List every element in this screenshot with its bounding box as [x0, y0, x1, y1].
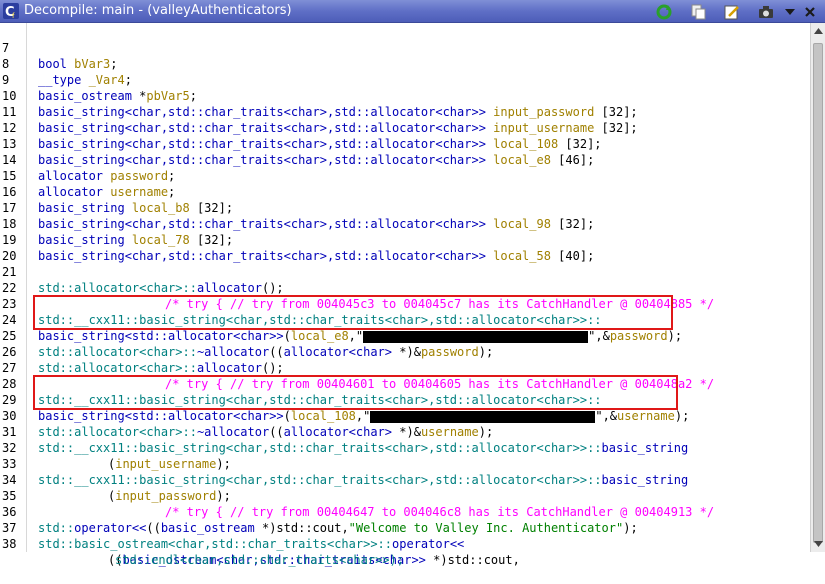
- vertical-scrollbar[interactable]: [810, 23, 825, 552]
- scroll-up-icon[interactable]: [812, 25, 825, 38]
- code-line: 33 std::__cxx11::basic_string<char,std::…: [2, 457, 689, 487]
- code-line: 15 allocator username;: [2, 169, 176, 199]
- window-title: Decompile: main - (valleyAuthenticators): [24, 3, 292, 18]
- code-line: 16 basic_string local_b8 [32];: [2, 185, 234, 215]
- code-line: 26 std::allocator<char>::allocator();: [2, 345, 284, 375]
- scroll-down-icon[interactable]: [812, 537, 825, 550]
- code-line: 20: [0, 232, 43, 263]
- redacted-password-literal: [363, 330, 589, 343]
- code-line: 35 /* try { // try from 00404647 to 0040…: [0, 472, 714, 519]
- window-titlebar: C f Decompile: main - (valleyAuthenticat…: [0, 0, 825, 23]
- refresh-icon: [656, 4, 672, 19]
- dropdown-icon: [785, 8, 795, 15]
- code-line: 19 basic_string<char,std::char_traits<ch…: [2, 233, 595, 263]
- code-line: 34 (input_password);: [2, 473, 231, 503]
- redacted-username-literal: [370, 410, 596, 423]
- copy-icon: [691, 4, 706, 19]
- code-comment: /* try { // try from 00404647 to 004046c…: [165, 505, 715, 519]
- code-line: 8 __type _Var4;: [2, 57, 132, 87]
- highlight-username-box: [33, 375, 678, 410]
- snapshot-icon: [759, 5, 773, 18]
- copy-button[interactable]: [688, 2, 708, 21]
- code-line: 28 std::__cxx11::basic_string<char,std::…: [2, 377, 602, 407]
- close-button[interactable]: [800, 2, 820, 21]
- refresh-button[interactable]: [654, 2, 674, 21]
- code-line: 11 basic_string<char,std::char_traits<ch…: [2, 105, 638, 135]
- code-line: 7 bool bVar3;: [2, 41, 118, 71]
- code-line: std::endl<char,std::char_traits<char>>);: [115, 553, 404, 567]
- code-line: 18 basic_string local_78 [32];: [2, 217, 234, 247]
- code-line: 10 basic_string<char,std::char_traits<ch…: [2, 89, 638, 119]
- code-line: 12 basic_string<char,std::char_traits<ch…: [2, 121, 602, 151]
- code-line: 22 /* try { // try from 004045c3 to 0040…: [0, 264, 714, 311]
- code-line: 31 std::__cxx11::basic_string<char,std::…: [2, 425, 689, 455]
- code-line: 14 allocator password;: [2, 153, 176, 183]
- code-line: 38 ((basic_ostream<char,std::char_traits…: [2, 537, 520, 567]
- decompiler-code-view[interactable]: 7 bool bVar3; 8 __type _Var4; 9 basic_os…: [0, 23, 825, 567]
- code-line: 27 /* try { // try from 00404601 to 0040…: [0, 344, 714, 391]
- snapshot-button[interactable]: [756, 2, 776, 21]
- code-line: 13 basic_string<char,std::char_traits<ch…: [2, 137, 595, 167]
- code-line: 17 basic_string<char,std::char_traits<ch…: [2, 201, 595, 231]
- edit-button[interactable]: [722, 2, 742, 21]
- code-line: 21 std::allocator<char>::allocator();: [2, 265, 284, 295]
- close-icon: [805, 6, 815, 17]
- code-line: 37 std::basic_ostream<char,std::char_tra…: [2, 521, 465, 551]
- ghidra-decompiler-icon: C f: [3, 3, 19, 19]
- code-line: 9 basic_ostream *pbVar5;: [2, 73, 197, 103]
- highlight-password-box: [33, 295, 673, 330]
- code-line: 36 std::operator<<((basic_ostream *)std:…: [2, 505, 638, 535]
- scrollbar-thumb[interactable]: [813, 43, 823, 543]
- code-line: 23 std::__cxx11::basic_string<char,std::…: [2, 297, 602, 327]
- code-line: 32 (input_username);: [2, 441, 231, 471]
- edit-icon: [724, 5, 739, 19]
- menu-dropdown-button[interactable]: [780, 2, 800, 21]
